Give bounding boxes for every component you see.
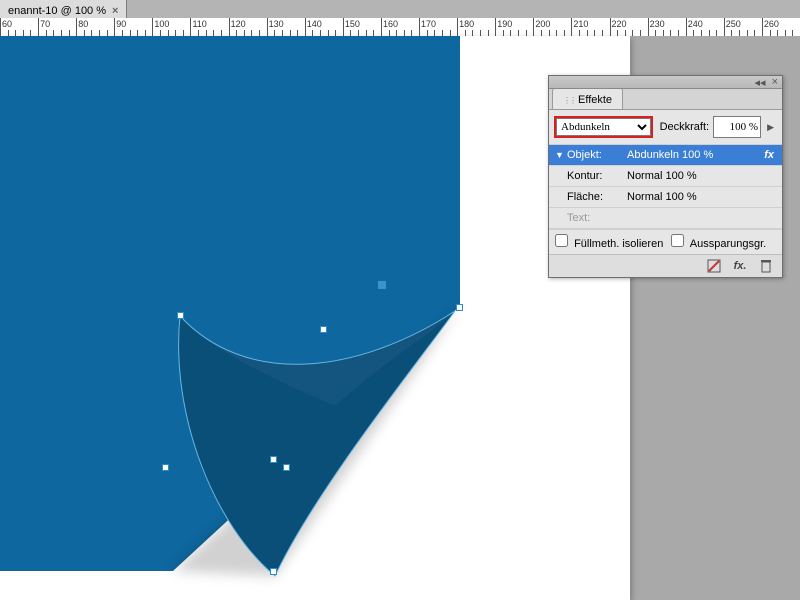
- isolate-blending-checkbox[interactable]: Füllmeth. isolieren: [555, 234, 663, 250]
- target-key: Fläche:: [567, 191, 627, 203]
- panel-collapse-icon[interactable]: ◂◂: [755, 76, 766, 89]
- opacity-input[interactable]: [713, 116, 761, 138]
- panel-options-row: Füllmeth. isolieren Aussparungsgr.: [549, 229, 782, 254]
- panel-footer-icons: fx.: [549, 254, 782, 277]
- effects-panel: ◂◂ × ⋮⋮ Effekte Abdunkeln Deckkraft: ▶ ▼…: [548, 75, 783, 278]
- target-value: Abdunkeln 100 %: [627, 149, 764, 161]
- fx-badge-icon: fx: [764, 149, 776, 161]
- twisty-icon: ▼: [555, 150, 567, 160]
- trash-icon[interactable]: [758, 258, 774, 274]
- document-tab-label: enannt-10 @ 100 %: [8, 5, 106, 17]
- document-tab[interactable]: enannt-10 @ 100 % ×: [0, 0, 127, 20]
- knockout-group-checkbox[interactable]: Aussparungsgr.: [671, 234, 766, 250]
- target-key: Objekt:: [567, 149, 627, 161]
- target-key: Text:: [567, 212, 627, 224]
- anchor-point[interactable]: [456, 304, 463, 311]
- fx-icon[interactable]: fx.: [732, 258, 748, 274]
- opacity-label: Deckkraft:: [660, 121, 710, 133]
- panel-tab-row: ⋮⋮ Effekte: [549, 89, 782, 110]
- anchor-point[interactable]: [320, 326, 327, 333]
- selection-center-icon: [378, 281, 386, 289]
- panel-titlebar[interactable]: ◂◂ ×: [549, 76, 782, 89]
- target-value: Normal 100 %: [627, 191, 776, 203]
- artboard[interactable]: [0, 36, 630, 600]
- document-tabstrip: enannt-10 @ 100 % ×: [0, 0, 800, 19]
- horizontal-ruler: 6070809010011012013014015016017018019020…: [0, 18, 800, 37]
- clear-effects-icon[interactable]: [706, 258, 722, 274]
- target-key: Kontur:: [567, 170, 627, 182]
- blue-page[interactable]: [0, 36, 460, 571]
- anchor-point[interactable]: [177, 312, 184, 319]
- blend-opacity-row: Abdunkeln Deckkraft: ▶: [549, 110, 782, 145]
- blend-mode-select[interactable]: Abdunkeln: [556, 118, 651, 136]
- close-icon[interactable]: ×: [112, 5, 118, 17]
- opacity-flyout-icon[interactable]: ▶: [765, 122, 776, 133]
- grip-icon: ⋮⋮: [563, 96, 575, 105]
- effects-target-row[interactable]: Text:: [549, 208, 782, 229]
- effects-target-row[interactable]: ▼Objekt:Abdunkeln 100 %fx: [549, 145, 782, 166]
- panel-tab-label: Effekte: [578, 94, 612, 106]
- anchor-point[interactable]: [270, 456, 277, 463]
- effects-target-row[interactable]: Fläche:Normal 100 %: [549, 187, 782, 208]
- panel-close-icon[interactable]: ×: [772, 76, 778, 89]
- anchor-point[interactable]: [270, 568, 277, 575]
- anchor-point[interactable]: [283, 464, 290, 471]
- panel-tab-effects[interactable]: ⋮⋮ Effekte: [552, 88, 623, 109]
- target-value: Normal 100 %: [627, 170, 776, 182]
- effects-target-list: ▼Objekt:Abdunkeln 100 %fxKontur:Normal 1…: [549, 145, 782, 229]
- anchor-point[interactable]: [162, 464, 169, 471]
- effects-target-row[interactable]: Kontur:Normal 100 %: [549, 166, 782, 187]
